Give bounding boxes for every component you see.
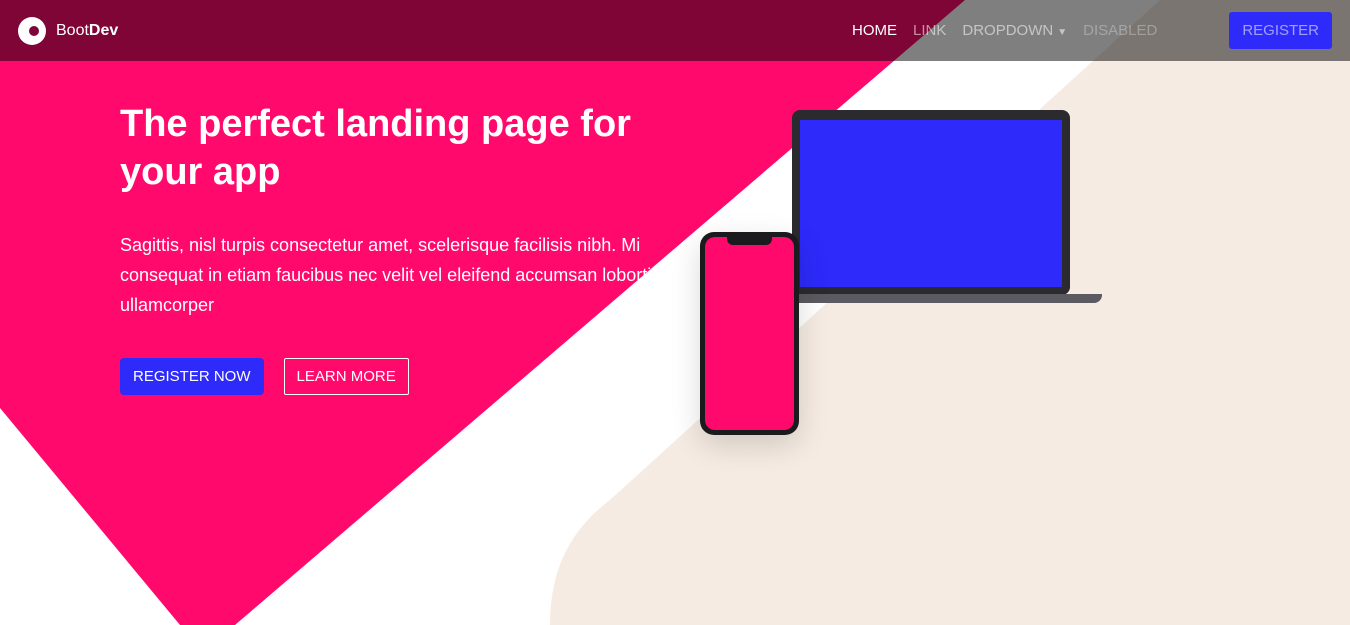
laptop-mockup [792,110,1070,295]
navbar: Boot Dev HOME LINK DROPDOWN ▼ DISABLED REG… [0,0,1350,61]
register-now-button[interactable]: REGISTER NOW [120,358,264,395]
register-button[interactable]: REGISTER [1229,12,1332,49]
laptop-base [770,294,1102,303]
nav-home[interactable]: HOME [852,22,897,39]
logo-icon [18,16,46,45]
hero-text: Sagittis, nisl turpis consectetur amet, … [120,235,661,315]
brand-prefix: Boot [56,21,89,39]
nav-dropdown-label: DROPDOWN [962,22,1054,39]
phone-mockup [700,232,799,435]
learn-more-button[interactable]: LEARN MORE [283,358,409,395]
hero-title: The perfect landing page for your app [120,103,631,193]
nav-link[interactable]: LINK [913,22,946,39]
hero: The perfect landing page for your app Sa… [120,100,680,395]
phone-screen [705,237,794,430]
caret-down-icon: ▼ [1057,27,1068,38]
brand-suffix: Dev [88,21,119,39]
brand-link[interactable]: Boot Dev [18,16,119,45]
laptop-screen [800,120,1062,287]
nav-dropdown[interactable]: DROPDOWN ▼ [962,22,1067,39]
nav-disabled: DISABLED [1083,22,1158,39]
phone-notch [727,237,772,245]
